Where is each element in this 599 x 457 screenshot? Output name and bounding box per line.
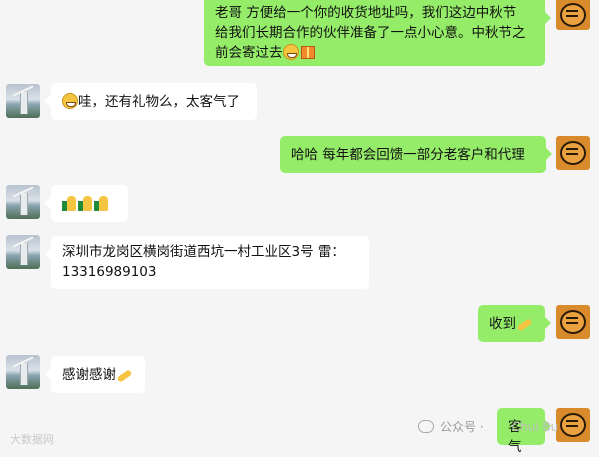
thumbs-up-emoji-icon — [94, 195, 108, 211]
avatar[interactable] — [556, 136, 590, 170]
message-text: 哈哈 每年都会回馈一部分老客户和代理 — [291, 147, 525, 163]
message-text: 收到 — [489, 316, 516, 332]
message-bubble-sent[interactable]: 收到 — [478, 305, 551, 342]
avatar[interactable] — [6, 355, 40, 389]
message-bubble-received[interactable] — [45, 185, 128, 222]
message-bubble-sent[interactable]: 老哥 方便给一个你的收货地址吗，我们这边中秋节 给我们长期合作的伙伴准备了一点小… — [204, 0, 551, 66]
message-text: 感谢感谢 — [62, 367, 116, 383]
avatar[interactable] — [6, 235, 40, 269]
thumbs-up-emoji-icon — [62, 195, 76, 211]
message-text: 深圳市龙岗区横岗街道西坑一村工业区3号 雷： — [62, 244, 345, 260]
face-icon — [560, 141, 586, 165]
message-bubble-received[interactable]: 哇，还有礼物么，太客气了 — [45, 83, 257, 120]
face-icon — [560, 3, 586, 27]
message-text: 老哥 方便给一个你的收货地址吗，我们这边中秋节 — [215, 5, 517, 21]
face-icon — [560, 310, 586, 334]
avatar[interactable] — [556, 408, 590, 442]
avatar[interactable] — [556, 305, 590, 339]
face-icon — [560, 413, 586, 437]
site-watermark: 大数据网 — [10, 433, 54, 446]
message-text: 13316989103 — [62, 264, 157, 280]
account-watermark: 公众号 · Chui Bu — [418, 418, 558, 435]
account-label: 公众号 · — [440, 420, 484, 434]
wind-turbine-icon — [20, 363, 28, 385]
grin-emoji-icon — [282, 44, 299, 60]
avatar[interactable] — [556, 0, 590, 30]
avatar[interactable] — [6, 84, 40, 118]
avatar[interactable] — [6, 185, 40, 219]
thumbs-up-emoji-icon — [78, 195, 92, 211]
grin-emoji-icon — [62, 93, 78, 109]
message-text: 哇，还有礼物么，太客气了 — [78, 94, 240, 110]
wind-turbine-icon — [20, 92, 28, 114]
pray-emoji-icon — [116, 367, 133, 382]
pray-emoji-icon — [516, 316, 533, 331]
message-bubble-received[interactable]: 深圳市龙岗区横岗街道西坑一村工业区3号 雷： 13316989103 — [45, 236, 369, 289]
wechat-icon — [418, 420, 434, 433]
message-text: 前会寄过去 — [215, 43, 534, 63]
message-bubble-received[interactable]: 感谢感谢 — [45, 356, 145, 393]
wind-turbine-icon — [20, 243, 28, 265]
wind-turbine-icon — [20, 193, 28, 215]
account-name: Chui Bu — [511, 419, 559, 434]
message-bubble-sent[interactable]: 哈哈 每年都会回馈一部分老客户和代理 — [280, 136, 552, 173]
message-text: 给我们长期合作的伙伴准备了一点小心意。中秋节之 — [215, 25, 526, 41]
gift-emoji-icon — [300, 46, 315, 59]
